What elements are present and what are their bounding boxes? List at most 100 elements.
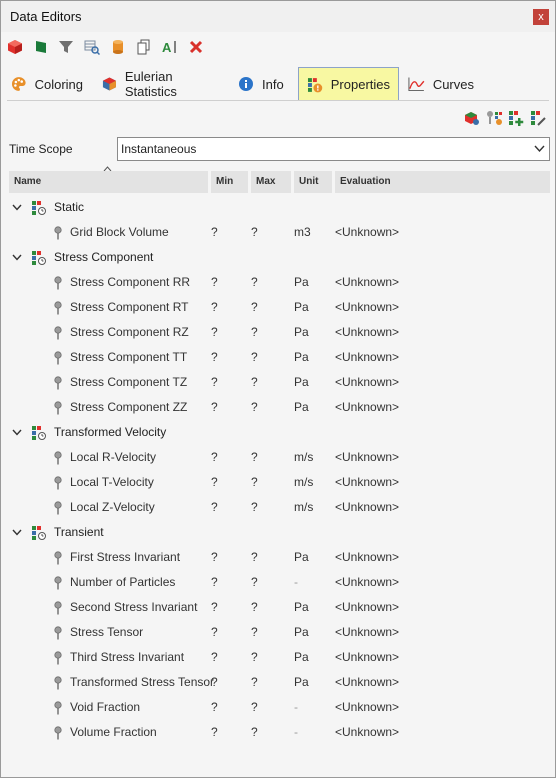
group-label: Transient — [54, 525, 104, 539]
column-header-min[interactable]: Min — [211, 171, 248, 193]
table-row[interactable]: Stress Component RR?? Pa <Unknown> — [7, 270, 550, 295]
table-row[interactable]: Second Stress Invariant?? Pa <Unknown> — [7, 595, 550, 620]
tree-group-row[interactable]: Transformed Velocity — [7, 420, 550, 445]
table-row[interactable]: Local R-Velocity?? m/s <Unknown> — [7, 445, 550, 470]
max-value: ? — [251, 275, 258, 289]
unit-value: Pa — [294, 300, 309, 314]
tab-label: Properties — [330, 77, 390, 92]
max-value: ? — [251, 600, 258, 614]
table-row[interactable]: Transformed Stress Tensor?? Pa <Unknown> — [7, 670, 550, 695]
filter-icon[interactable] — [56, 37, 76, 57]
max-value: ? — [251, 650, 258, 664]
evaluation-value: <Unknown> — [335, 625, 400, 639]
table-row[interactable]: Volume Fraction?? - <Unknown> — [7, 720, 550, 745]
probe-pin-icon — [53, 676, 63, 690]
chevron-down-icon — [534, 138, 545, 168]
min-value: ? — [211, 725, 218, 739]
table-row[interactable]: Stress Component RT?? Pa <Unknown> — [7, 295, 550, 320]
column-header-max[interactable]: Max — [251, 171, 291, 193]
tree-group-row[interactable]: Static — [7, 195, 550, 220]
min-value: ? — [211, 400, 218, 414]
add-grid-property-icon[interactable] — [506, 109, 526, 127]
property-name: First Stress Invariant — [70, 550, 181, 564]
table-row[interactable]: Third Stress Invariant?? Pa <Unknown> — [7, 645, 550, 670]
add-property-cube-icon[interactable] — [462, 109, 482, 127]
table-row[interactable]: First Stress Invariant?? Pa <Unknown> — [7, 545, 550, 570]
properties-icon — [307, 77, 323, 92]
delete-icon[interactable] — [186, 37, 206, 57]
min-value: ? — [211, 650, 218, 664]
tab-divider — [7, 100, 549, 101]
property-name: Stress Component TT — [70, 350, 188, 364]
window-title: Data Editors — [10, 9, 82, 24]
max-value: ? — [251, 675, 258, 689]
evaluation-value: <Unknown> — [335, 500, 400, 514]
table-row[interactable]: Stress Component TT?? Pa <Unknown> — [7, 345, 550, 370]
svg-text:A: A — [162, 40, 172, 55]
table-row[interactable]: Number of Particles?? - <Unknown> — [7, 570, 550, 595]
table-row[interactable]: Local Z-Velocity?? m/s <Unknown> — [7, 495, 550, 520]
probe-pin-icon — [53, 576, 63, 590]
tab-coloring[interactable]: Coloring — [3, 68, 91, 100]
search-grid-icon[interactable] — [82, 37, 102, 57]
column-header-evaluation[interactable]: Evaluation — [335, 171, 550, 193]
min-value: ? — [211, 275, 218, 289]
edit-property-icon[interactable] — [528, 109, 548, 127]
table-row[interactable]: Void Fraction?? - <Unknown> — [7, 695, 550, 720]
probe-pin-icon — [53, 601, 63, 615]
time-scope-select[interactable]: Instantaneous — [117, 137, 550, 161]
property-name: Number of Particles — [70, 575, 176, 589]
tree-group-row[interactable]: Transient — [7, 520, 550, 545]
table-row[interactable]: Stress Component ZZ?? Pa <Unknown> — [7, 395, 550, 420]
probe-pin-icon — [53, 276, 63, 290]
copy-icon[interactable] — [134, 37, 154, 57]
min-value: ? — [211, 600, 218, 614]
tab-properties[interactable]: Properties — [298, 67, 399, 101]
tab-curves[interactable]: Curves — [400, 68, 482, 100]
min-value: ? — [211, 575, 218, 589]
column-header-name[interactable]: Name — [9, 171, 208, 193]
tree-group-row[interactable]: Stress Component — [7, 245, 550, 270]
probe-pin-icon — [53, 451, 63, 465]
probe-pin-icon — [53, 651, 63, 665]
evaluation-value: <Unknown> — [335, 475, 400, 489]
column-header-unit[interactable]: Unit — [294, 171, 332, 193]
property-name: Stress Component RT — [70, 300, 189, 314]
palette-icon — [11, 77, 26, 91]
probe-pin-icon — [53, 401, 63, 415]
evaluation-value: <Unknown> — [335, 325, 400, 339]
min-value: ? — [211, 500, 218, 514]
table-row[interactable]: Local T-Velocity?? m/s <Unknown> — [7, 470, 550, 495]
tab-info[interactable]: Info — [230, 68, 295, 100]
evaluation-value: <Unknown> — [335, 675, 400, 689]
green-flag-icon[interactable] — [31, 37, 51, 57]
table-row[interactable]: Stress Tensor?? Pa <Unknown> — [7, 620, 550, 645]
curve-chart-icon — [408, 77, 425, 92]
add-probe-icon[interactable] — [484, 109, 504, 127]
table-row[interactable]: Stress Component TZ?? Pa <Unknown> — [7, 370, 550, 395]
property-name: Stress Component RR — [70, 275, 191, 289]
title-bar[interactable]: Data Editors x — [1, 1, 555, 32]
evaluation-value: <Unknown> — [335, 600, 400, 614]
close-button[interactable]: x — [533, 9, 549, 25]
probe-pin-icon — [53, 226, 63, 240]
table-row[interactable]: Grid Block Volume?? m3 <Unknown> — [7, 220, 550, 245]
min-value: ? — [211, 550, 218, 564]
cylinder-icon[interactable] — [108, 37, 128, 57]
property-name: Void Fraction — [70, 700, 141, 714]
grid-header: Name Min Max Unit Evaluation — [9, 171, 550, 193]
tab-eulerian-statistics[interactable]: Eulerian Statistics — [94, 68, 229, 100]
evaluation-value: <Unknown> — [335, 700, 400, 714]
property-name: Second Stress Invariant — [70, 600, 198, 614]
red-cube-icon[interactable] — [5, 37, 25, 57]
max-value: ? — [251, 475, 258, 489]
text-cursor-icon[interactable]: A — [160, 37, 180, 57]
min-value: ? — [211, 325, 218, 339]
evaluation-value: <Unknown> — [335, 550, 400, 564]
max-value: ? — [251, 325, 258, 339]
group-label: Static — [54, 200, 85, 214]
unit-value: Pa — [294, 400, 309, 414]
max-value: ? — [251, 575, 258, 589]
table-row[interactable]: Stress Component RZ?? Pa <Unknown> — [7, 320, 550, 345]
unit-value: Pa — [294, 375, 309, 389]
